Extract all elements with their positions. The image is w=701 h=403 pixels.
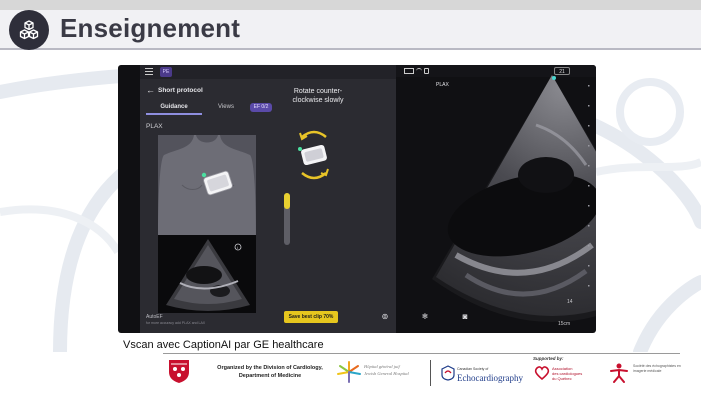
association-text: Association des cardiologues du Québec bbox=[552, 366, 583, 381]
slide-title: Enseignement bbox=[60, 13, 241, 43]
ef-count-badge: EF 0/2 bbox=[250, 103, 272, 112]
view-label: PLAX bbox=[146, 123, 163, 130]
depth-scale-mark: 14 bbox=[567, 299, 573, 305]
supported-by-label: Supported by: bbox=[533, 356, 564, 361]
organizer-text: Organized by the Division of Cardiology,… bbox=[217, 365, 323, 379]
tab-guidance[interactable]: Guidance bbox=[146, 101, 202, 115]
tab-views[interactable]: Views bbox=[206, 101, 246, 115]
cubes-icon bbox=[19, 20, 39, 40]
quality-indicator-fill bbox=[284, 193, 290, 209]
scan-view-label: PLAX bbox=[436, 82, 449, 88]
quality-indicator bbox=[284, 193, 290, 245]
ultrasound-image bbox=[432, 75, 596, 322]
svg-text:i: i bbox=[237, 245, 238, 250]
freeze-icon[interactable]: ❄ bbox=[420, 312, 430, 322]
heart-logo bbox=[534, 366, 550, 381]
user-badge[interactable]: PE bbox=[160, 67, 172, 77]
society-text: Société des échographistes en imagerie m… bbox=[633, 364, 681, 373]
save-best-clip-button[interactable]: Save best clip 70% bbox=[284, 311, 338, 323]
logo-badge bbox=[9, 10, 49, 50]
jgh-logo bbox=[337, 361, 361, 383]
slide-caption: Vscan avec CaptionAI par GE healthcare bbox=[123, 339, 324, 351]
back-arrow-icon[interactable]: ← bbox=[146, 85, 155, 95]
left-panel-topbar bbox=[140, 65, 396, 79]
reference-echo-fan: i bbox=[166, 239, 250, 311]
menu-icon[interactable] bbox=[145, 68, 153, 75]
torso-guide-image bbox=[158, 135, 256, 235]
depth-readout: 15cm bbox=[558, 321, 571, 327]
camera-icon[interactable]: ◙ bbox=[460, 312, 470, 322]
ccs-small-text: Canadian Society of bbox=[457, 367, 489, 371]
file-name: AutoEF bbox=[146, 314, 163, 320]
protocol-title: Short protocol bbox=[158, 87, 203, 94]
sponsor-separator bbox=[430, 360, 431, 386]
torso-illustration bbox=[158, 135, 256, 235]
left-panel: PE ← Short protocol Guidance Views EF 0/… bbox=[140, 65, 396, 333]
society-figure-logo bbox=[610, 363, 628, 383]
jgh-text: Hôpital général juif Jewish General Hosp… bbox=[364, 364, 409, 376]
rotate-guidance-icon bbox=[298, 130, 329, 180]
guidance-instruction: Rotate counter-clockwise slowly bbox=[292, 88, 344, 104]
ccs-big-text: Echocardiography bbox=[457, 373, 523, 383]
ccs-echo-logo bbox=[441, 365, 455, 381]
reference-echo-image: i bbox=[158, 235, 256, 313]
mcgill-shield-logo bbox=[169, 360, 189, 383]
file-description: for more accuracy add PLAX and LAX bbox=[146, 321, 206, 325]
footer-divider bbox=[163, 353, 680, 354]
panel-tabs: Guidance Views EF 0/2 bbox=[140, 101, 396, 115]
slide-top-strip bbox=[0, 0, 701, 10]
vscan-app-screenshot: PE ← Short protocol Guidance Views EF 0/… bbox=[118, 65, 596, 333]
annotate-icon[interactable]: ⊚ bbox=[380, 312, 390, 322]
